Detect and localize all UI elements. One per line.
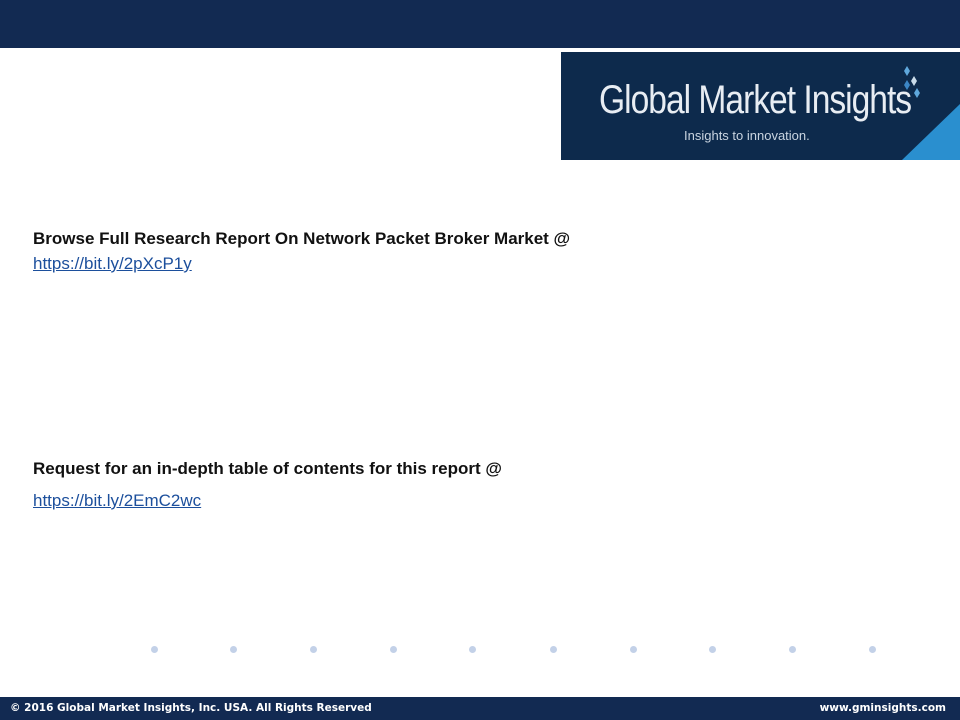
footer-copyright: © 2016 Global Market Insights, Inc. USA.… [10,702,372,714]
report-heading: Browse Full Research Report On Network P… [33,229,571,248]
toc-link[interactable]: https://bit.ly/2EmC2wc [33,491,201,511]
dot [709,646,716,653]
footer-website: www.gminsights.com [819,702,946,714]
decorative-dots [0,646,960,654]
dot [230,646,237,653]
dot [151,646,158,653]
dot [469,646,476,653]
footer-bar: © 2016 Global Market Insights, Inc. USA.… [0,697,960,720]
diamond-logo-icon [904,66,920,98]
dot [390,646,397,653]
dot [550,646,557,653]
top-bar [0,0,960,48]
logo-corner-accent [902,104,960,160]
dot [310,646,317,653]
report-link[interactable]: https://bit.ly/2pXcP1y [33,254,192,274]
logo-tagline: Insights to innovation. [684,128,810,143]
toc-heading: Request for an in-depth table of content… [33,459,502,478]
dot [630,646,637,653]
dot [789,646,796,653]
logo[interactable]: Global Market Insights Insights to innov… [561,52,960,160]
logo-title: Global Market Insights [599,78,912,122]
dot [869,646,876,653]
